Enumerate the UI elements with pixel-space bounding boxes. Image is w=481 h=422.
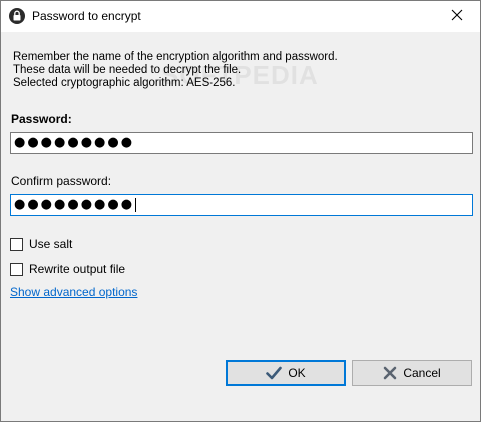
password-field[interactable]: ●●●●●●●●● (10, 132, 473, 154)
checkbox-box[interactable] (10, 237, 23, 251)
rewrite-output-checkbox[interactable]: Rewrite output file (10, 262, 125, 276)
info-text: Remember the name of the encryption algo… (13, 51, 338, 90)
title-bar: Password to encrypt (1, 1, 480, 32)
info-line-3: Selected cryptographic algorithm: AES-25… (13, 77, 236, 89)
info-line-1: Remember the name of the encryption algo… (13, 51, 338, 63)
info-line-2: These data will be needed to decrypt the… (13, 64, 242, 76)
lock-icon (9, 8, 25, 24)
confirm-password-field[interactable]: ●●●●●●●●● (10, 194, 473, 216)
checkbox-box[interactable] (10, 262, 23, 276)
checkmark-icon (266, 366, 283, 380)
cancel-label: Cancel (403, 366, 441, 380)
close-icon (451, 9, 463, 24)
ok-button[interactable]: OK (226, 360, 346, 386)
use-salt-label: Use salt (29, 237, 73, 251)
confirm-password-label: Confirm password: (11, 174, 112, 188)
close-button[interactable] (434, 1, 480, 32)
use-salt-checkbox[interactable]: Use salt (10, 237, 72, 251)
text-caret (135, 197, 137, 212)
password-dialog: Password to encrypt Remember the name of… (0, 0, 481, 422)
window-title: Password to encrypt (32, 9, 141, 23)
cancel-x-icon (383, 366, 397, 380)
confirm-password-value: ●●●●●●●●● (14, 197, 135, 212)
password-value: ●●●●●●●●● (14, 135, 135, 150)
dialog-content: Remember the name of the encryption algo… (1, 32, 480, 421)
password-label: Password: (11, 112, 72, 126)
ok-label: OK (288, 366, 306, 380)
rewrite-output-label: Rewrite output file (29, 262, 126, 276)
cancel-button[interactable]: Cancel (352, 360, 472, 386)
show-advanced-options-link[interactable]: Show advanced options (10, 285, 137, 299)
